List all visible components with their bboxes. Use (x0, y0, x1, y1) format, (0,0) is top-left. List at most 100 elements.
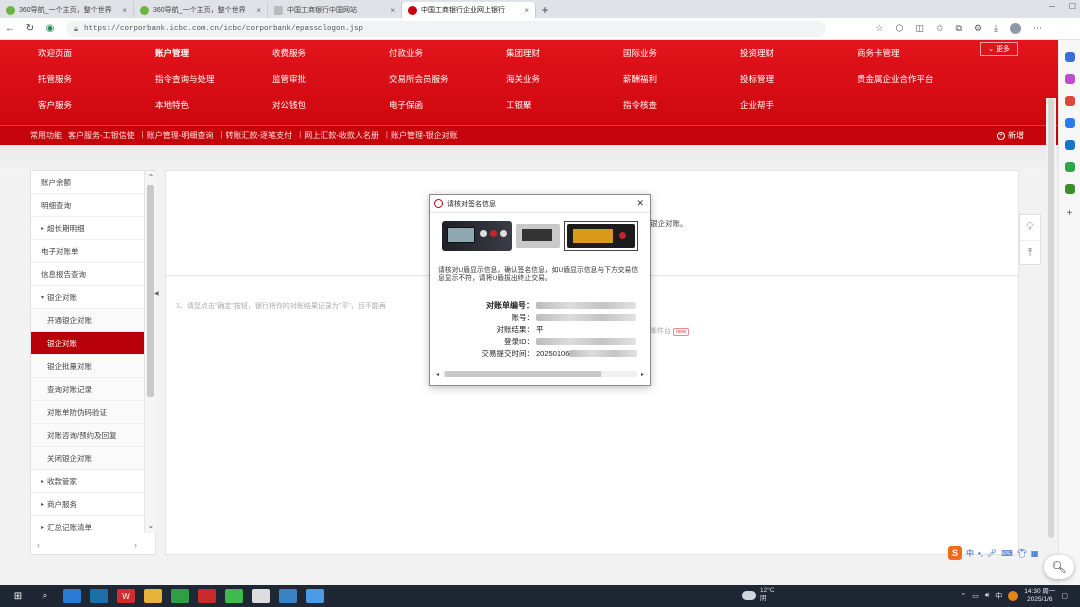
minimize-icon[interactable]: ─ (1049, 2, 1055, 11)
network-icon[interactable]: ▭ (972, 592, 979, 600)
dialog-scroll-thumb[interactable] (445, 371, 602, 377)
favorites-icon[interactable]: ✩ (936, 23, 944, 34)
sidebar-item[interactable]: 银企批量对账 (31, 355, 144, 378)
more-menu-button[interactable]: ⌄ 更多 (980, 42, 1018, 56)
nav-scrollbar[interactable]: ⌃ ⌄ (144, 171, 156, 533)
search-sidebar-icon[interactable] (1064, 52, 1075, 62)
sidebar-item[interactable]: 对账单防伪码验证 (31, 401, 144, 424)
sidebar-item[interactable]: 查询对账记录 (31, 378, 144, 401)
qq-icon[interactable] (252, 589, 270, 603)
scroll-down-icon[interactable]: ⌄ (145, 521, 157, 530)
back-button[interactable]: ← (0, 23, 20, 34)
page-scrollbar[interactable] (1046, 98, 1056, 583)
scroll-left-icon[interactable]: ‹ (37, 540, 40, 550)
ime-mode[interactable]: 中 (966, 548, 974, 559)
tools-icon[interactable] (1064, 96, 1075, 106)
blue-app-icon[interactable] (279, 589, 297, 603)
page-scroll-thumb[interactable] (1048, 98, 1054, 538)
menu-item[interactable]: 电子保函 (389, 99, 506, 111)
tray-chevron-icon[interactable]: ⌃ (960, 592, 966, 600)
back-to-top-icon[interactable]: ⤒ (1020, 240, 1040, 265)
menu-item[interactable]: 集团理财 (506, 47, 623, 59)
menu-item[interactable]: 账户管理 (155, 47, 272, 59)
tray-ime[interactable]: 中 (995, 591, 1002, 601)
sidebar-item[interactable]: ▸ 收款管家 (31, 470, 144, 493)
common-function-link[interactable]: 转账汇款-逐笔支付 (226, 130, 293, 141)
sidebar-item[interactable]: ▾ 银企对账 (31, 286, 144, 309)
split-screen-icon[interactable]: ◫ (915, 23, 924, 34)
edge-icon[interactable] (63, 589, 81, 603)
green-app-icon[interactable] (171, 589, 189, 603)
refresh-button[interactable]: ↻ (20, 23, 40, 34)
sidebar-item[interactable]: ▸ 商户服务 (31, 493, 144, 516)
menu-item[interactable]: 投资理财 (740, 47, 857, 59)
browser-tab[interactable]: 中国工商银行中国网站 × (268, 2, 402, 18)
menu-item[interactable]: 工银聚 (506, 99, 623, 111)
browser-tab[interactable]: 360导航_一个主页，整个世界 × (0, 2, 134, 18)
lightbulb-icon[interactable]: 💡︎ (1020, 215, 1040, 240)
menu-item[interactable]: 监管审批 (272, 73, 389, 85)
sidebar-item[interactable]: 对账咨询/预约及回复 (31, 424, 144, 447)
microphone-icon[interactable]: 🎤︎ (987, 549, 997, 558)
store-icon[interactable] (306, 589, 324, 603)
sogou-ime-icon[interactable]: S (948, 546, 962, 560)
nav-scroll-thumb[interactable] (147, 185, 154, 397)
sidebar-item[interactable]: ▸ 汇总记账清单 (31, 516, 144, 533)
common-function-link[interactable]: 账户管理-银企对账 (391, 130, 458, 141)
menu-item[interactable]: 投标管理 (740, 73, 857, 85)
notification-icon[interactable]: ▢ (1061, 592, 1068, 600)
dialog-scrollbar[interactable]: ◂ ▸ (436, 369, 644, 379)
sidebar-item[interactable]: 关闭银企对账 (31, 447, 144, 470)
browser-360-icon[interactable] (90, 589, 108, 603)
red-app-icon[interactable] (198, 589, 216, 603)
scroll-right-icon[interactable]: › (134, 540, 137, 550)
wps-icon[interactable]: W (117, 589, 135, 603)
url-field[interactable]: 🔒︎ https://corporbank.icbc.com.cn/icbc/c… (66, 20, 826, 37)
clock[interactable]: 14:30 周一 2025/1/6 (1024, 588, 1055, 604)
menu-item[interactable]: 客户服务 (38, 99, 155, 111)
scroll-right-icon[interactable]: ▸ (641, 371, 644, 378)
close-tab-icon[interactable]: × (122, 6, 127, 15)
tree-icon[interactable] (1064, 184, 1075, 194)
outlook-icon[interactable] (1064, 140, 1075, 150)
sidebar-item[interactable]: 账户余额 (31, 171, 144, 194)
menu-item[interactable]: 海关业务 (506, 73, 623, 85)
common-function-link[interactable]: 客户服务-工银信使 (68, 130, 135, 141)
close-tab-icon[interactable]: × (256, 6, 261, 15)
add-sidebar-icon[interactable]: + (1059, 208, 1080, 219)
menu-icon[interactable]: ⋯ (1033, 23, 1042, 34)
volume-icon[interactable]: 🔊︎ (985, 592, 989, 600)
sidebar-item[interactable]: 电子对账单 (31, 240, 144, 263)
weather-widget[interactable]: 12°C 阴 (742, 587, 775, 603)
menu-item[interactable]: 商务卡管理 (857, 47, 974, 59)
sidebar-item[interactable]: 开通银企对账 (31, 309, 144, 332)
skin-icon[interactable]: 👕︎ (1017, 549, 1027, 558)
maximize-icon[interactable]: ☐ (1069, 2, 1076, 11)
add-common-function-button[interactable]: + 新增 (997, 130, 1024, 141)
browser-tab[interactable]: 360导航_一个主页，整个世界 × (134, 2, 268, 18)
close-tab-icon[interactable]: × (390, 6, 395, 15)
new-tab-button[interactable]: + (536, 2, 554, 18)
toolbox-icon[interactable]: ▦ (1031, 549, 1039, 558)
search-taskbar-icon[interactable]: ⌕ (36, 589, 54, 603)
game-icon[interactable] (1064, 118, 1075, 128)
menu-item[interactable]: 企业帮手 (740, 99, 857, 111)
close-icon[interactable]: ✕ (636, 198, 644, 209)
sidebar-item[interactable]: ▸ 超长期明细 (31, 217, 144, 240)
star-icon[interactable]: ☆ (876, 23, 884, 34)
search-icon[interactable]: 🔍︎ (1044, 555, 1074, 579)
collapse-nav-icon[interactable]: ◀ (154, 290, 161, 304)
tray-app-icon[interactable] (1008, 591, 1019, 601)
folder-icon[interactable] (144, 589, 162, 603)
sidebar-item[interactable]: 银企对账 (31, 332, 144, 355)
profile-avatar[interactable] (1010, 23, 1021, 34)
close-tab-icon[interactable]: × (524, 6, 529, 15)
menu-item[interactable]: 交易所会员服务 (389, 73, 506, 85)
menu-item[interactable]: 托管服务 (38, 73, 155, 85)
collections-icon[interactable]: ⧉ (956, 23, 962, 34)
sidebar-item[interactable]: 信息报告查询 (31, 263, 144, 286)
scroll-left-icon[interactable]: ◂ (436, 371, 439, 378)
browser-tab[interactable]: 中国工商银行企业网上银行 × (402, 2, 536, 18)
shield-icon[interactable]: ◉ (40, 23, 60, 34)
menu-item[interactable]: 收费服务 (272, 47, 389, 59)
